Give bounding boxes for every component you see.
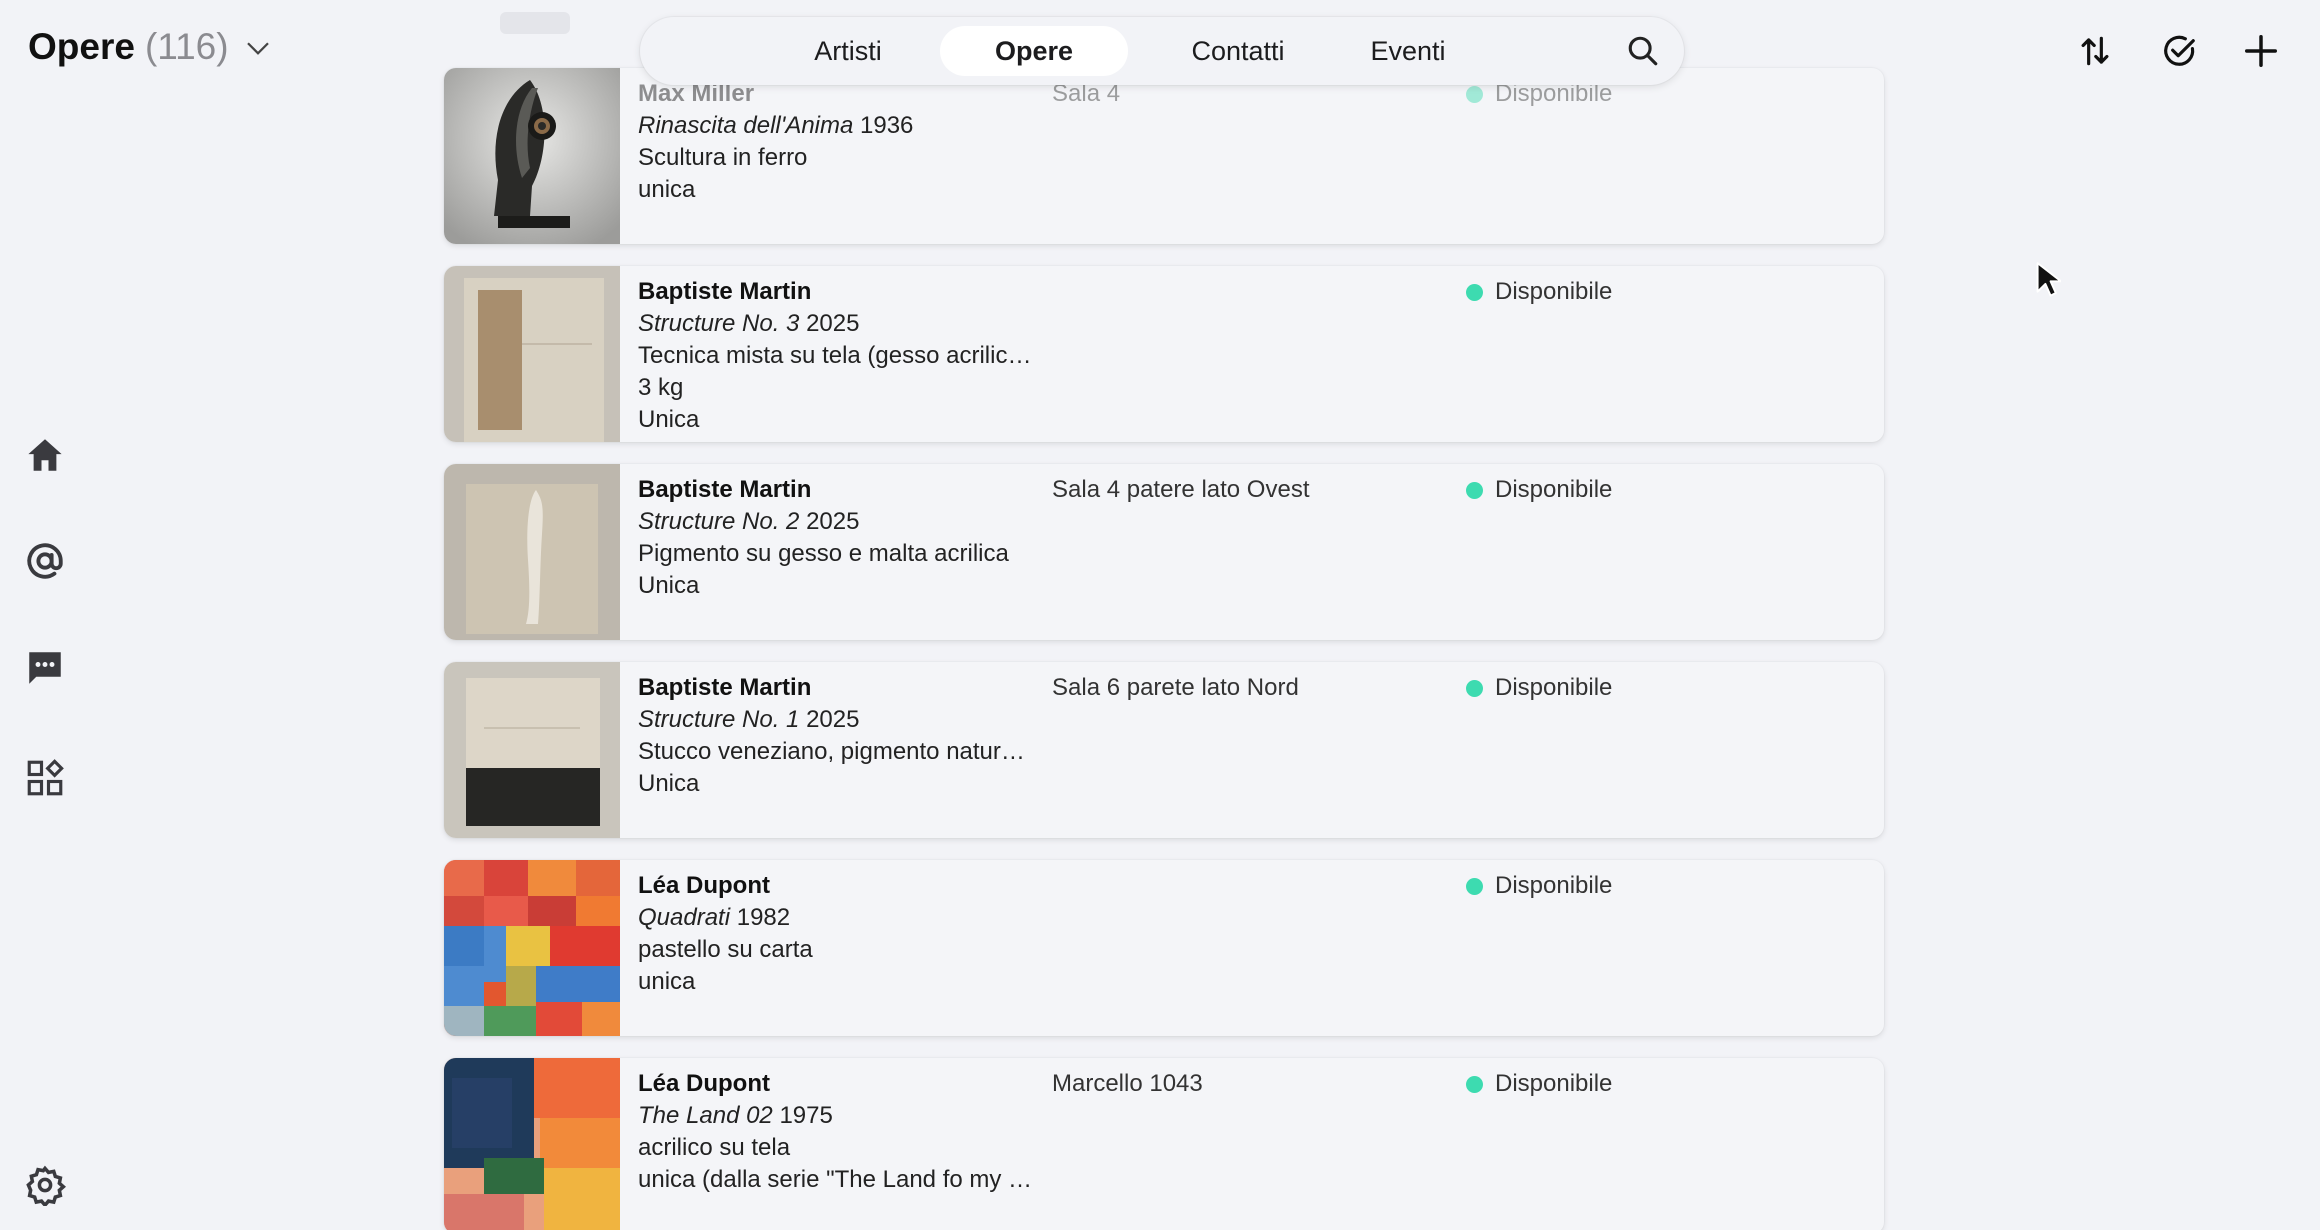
work-title: Quadrati — [638, 904, 731, 931]
work-title: Structure No. 1 — [638, 706, 800, 733]
work-status: Disponibile — [1466, 1068, 1612, 1100]
sculpture-thumbnail — [444, 68, 620, 244]
work-card[interactable]: Max Miller Rinascita dell'Anima 1936 Scu… — [444, 68, 1884, 244]
status-dot — [1466, 481, 1483, 499]
work-technique: Tecnica mista su tela (gesso acrilico, … — [638, 342, 1038, 369]
painting-thumbnail — [444, 464, 620, 640]
work-edition: unica — [638, 968, 696, 995]
previous-card-thumbnail — [444, 0, 620, 48]
work-location: Marcello 1043 — [1052, 1070, 1203, 1097]
work-technique: acrilico su tela — [638, 1134, 791, 1161]
work-card[interactable]: Baptiste Martin Structure No. 3 2025 Tec… — [444, 266, 1884, 442]
work-card[interactable]: Léa Dupont The Land 02 1975 acrilico su … — [444, 1058, 1884, 1230]
page-title-text: Opere — [28, 26, 135, 67]
tab-artisti[interactable]: Artisti — [780, 26, 916, 76]
work-card[interactable]: Baptiste Martin Structure No. 1 2025 Stu… — [444, 662, 1884, 838]
work-year: 1936 — [860, 112, 914, 139]
status-dot — [1466, 85, 1483, 103]
work-technique: Stucco veneziano, pigmento natural… — [638, 738, 1038, 765]
work-technique: Pigmento su gesso e malta acrilica — [638, 540, 1009, 567]
work-technique: pastello su carta — [638, 936, 813, 963]
sort-icon[interactable] — [2076, 32, 2114, 70]
work-card[interactable]: Baptiste Martin Structure No. 2 2025 Pig… — [444, 464, 1884, 640]
painting-thumbnail — [444, 266, 620, 442]
work-location: Sala 4 patere lato Ovest — [1052, 476, 1310, 503]
page-title[interactable]: Opere (116) — [28, 26, 273, 68]
work-title: The Land 02 — [638, 1102, 773, 1129]
status-label: Disponibile — [1495, 674, 1613, 701]
work-technique: Scultura in ferro — [638, 144, 808, 171]
work-edition: Unica — [638, 406, 700, 433]
status-label: Disponibile — [1495, 1070, 1613, 1097]
painting-thumbnail — [444, 860, 620, 1036]
search-icon[interactable] — [1626, 34, 1660, 68]
work-year: 1982 — [736, 904, 791, 931]
painting-thumbnail — [444, 1058, 620, 1230]
work-year: 2025 — [806, 706, 860, 733]
check-circle-icon[interactable] — [2160, 32, 2198, 70]
work-location: Sala 6 parete lato Nord — [1052, 674, 1299, 701]
work-status: Disponibile — [1466, 474, 1612, 506]
tab-opere[interactable]: Opere — [940, 26, 1128, 76]
plus-icon[interactable] — [2242, 32, 2280, 70]
work-weight: 3 kg — [638, 374, 684, 401]
status-dot — [1466, 283, 1483, 301]
works-count: (116) — [144, 26, 229, 67]
mouse-cursor-icon — [2036, 262, 2061, 297]
work-edition: Unica — [638, 770, 700, 797]
artist-name: Baptiste Martin — [638, 674, 812, 701]
work-title: Rinascita dell'Anima — [638, 112, 854, 139]
settings-icon[interactable] — [24, 1164, 66, 1206]
status-dot — [1466, 679, 1483, 697]
artist-name: Léa Dupont — [638, 1070, 770, 1097]
work-title: Structure No. 2 — [638, 508, 800, 535]
work-title: Structure No. 3 — [638, 310, 800, 337]
tab-contatti[interactable]: Contatti — [1150, 26, 1326, 76]
chevron-down-icon[interactable] — [243, 32, 273, 62]
work-status: Disponibile — [1466, 276, 1612, 308]
work-card[interactable]: Léa Dupont Quadrati 1982 pastello su car… — [444, 860, 1884, 1036]
work-year: 1975 — [779, 1102, 833, 1129]
work-status: Disponibile — [1466, 870, 1612, 902]
status-label: Disponibile — [1495, 476, 1613, 503]
status-dot — [1466, 1075, 1483, 1093]
chat-icon[interactable] — [24, 647, 66, 689]
tab-eventi[interactable]: Eventi — [1340, 26, 1476, 76]
artist-name: Baptiste Martin — [638, 278, 812, 305]
artist-name: Léa Dupont — [638, 872, 770, 899]
work-edition: unica (dalla serie "The Land fo my Li… — [638, 1166, 1038, 1193]
work-status: Disponibile — [1466, 672, 1612, 704]
work-edition: unica — [638, 176, 696, 203]
work-edition: Unica — [638, 572, 700, 599]
work-year: 2025 — [806, 508, 860, 535]
status-dot — [1466, 877, 1483, 895]
status-label: Disponibile — [1495, 872, 1613, 899]
top-navigation: Artisti Opere Contatti Eventi — [640, 17, 1684, 85]
home-icon[interactable] — [24, 434, 66, 476]
work-year: 2025 — [806, 310, 860, 337]
painting-thumbnail — [444, 662, 620, 838]
status-label: Disponibile — [1495, 278, 1613, 305]
widgets-icon[interactable] — [24, 757, 66, 799]
artist-name: Baptiste Martin — [638, 476, 812, 503]
at-sign-icon[interactable] — [24, 540, 66, 582]
